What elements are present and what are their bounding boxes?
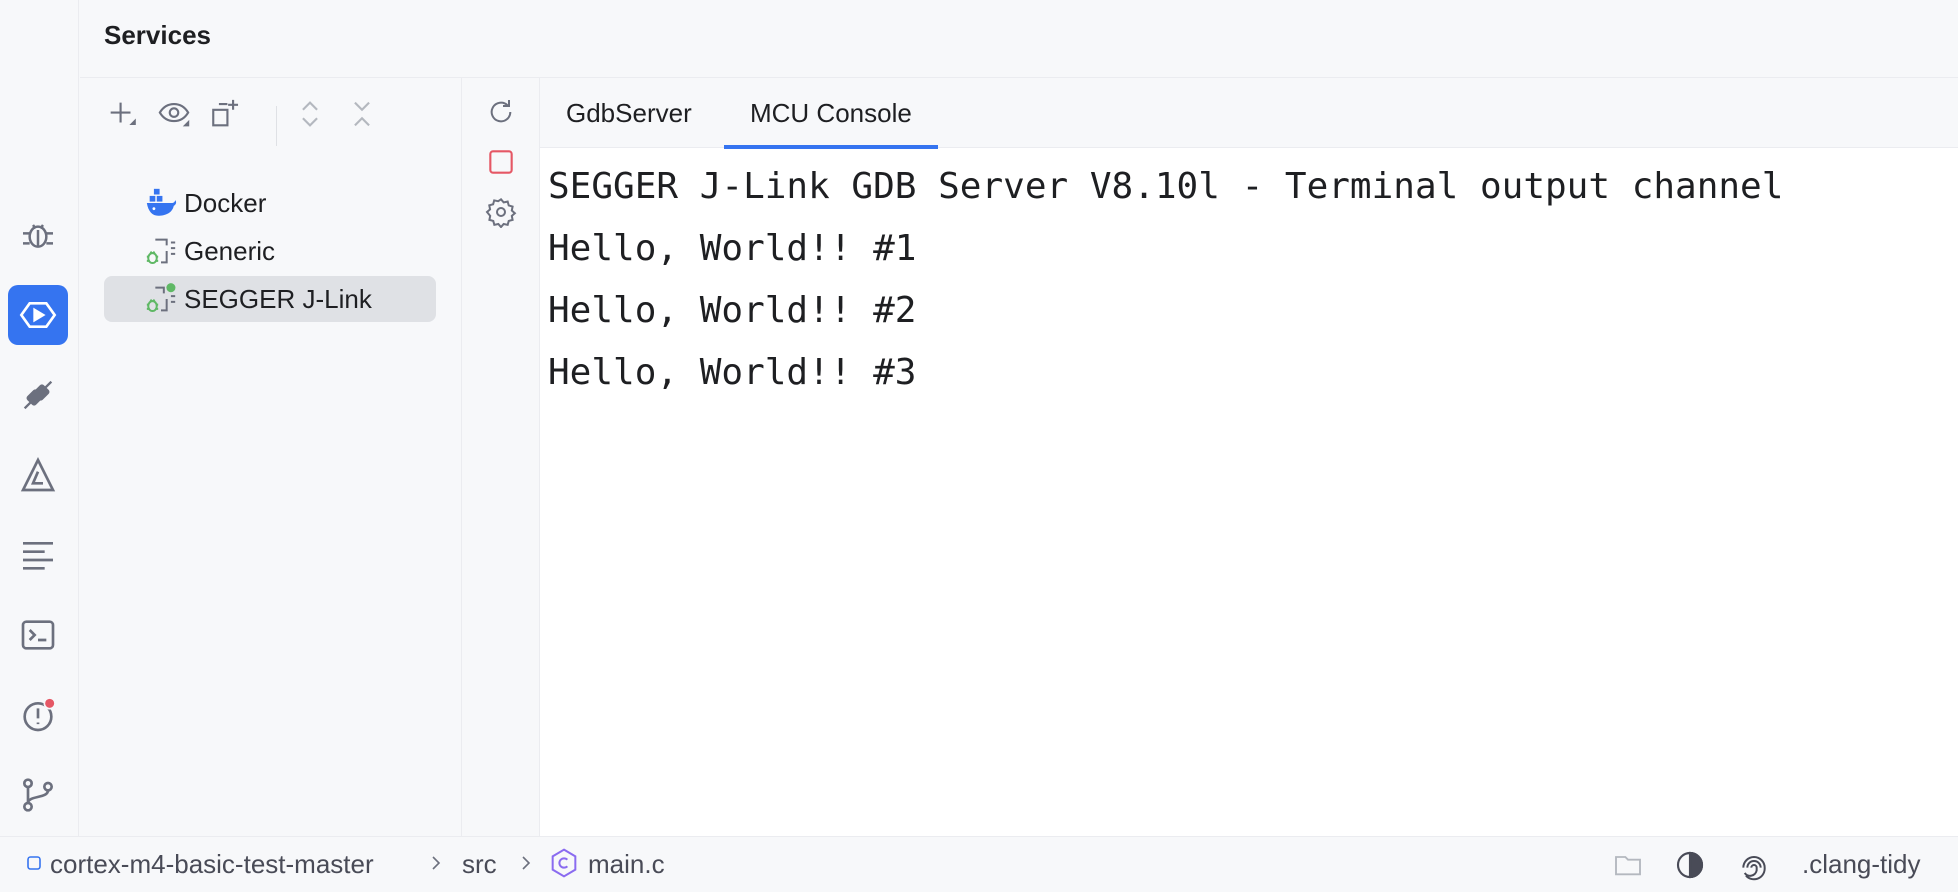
eye-icon xyxy=(158,103,190,127)
tree-item-label: Generic xyxy=(184,236,276,266)
build-icon xyxy=(20,457,56,492)
console-line: Hello, World!! #3 xyxy=(548,352,917,393)
problems-icon xyxy=(23,697,56,732)
tab-mcu-console[interactable]: MCU Console xyxy=(724,78,938,149)
toolbar-separator xyxy=(276,106,277,146)
tab-gdbserver[interactable]: GdbServer xyxy=(540,78,718,148)
c-file-icon xyxy=(548,847,580,879)
ide-window: Services Docker Generic SEGGER J-Link Gd… xyxy=(0,0,1958,892)
debug-config-running-icon xyxy=(146,283,176,313)
breadcrumb-folder[interactable]: src xyxy=(462,849,497,880)
expand-all-button[interactable] xyxy=(288,92,332,136)
structure-icon xyxy=(23,542,53,570)
new-group-icon xyxy=(212,99,239,127)
plugin-tool-button[interactable] xyxy=(8,365,68,425)
console-output[interactable]: SEGGER J-Link GDB Server V8.10l - Termin… xyxy=(548,156,1783,404)
ai-assistant-icon[interactable] xyxy=(1738,849,1770,881)
add-icon xyxy=(110,102,136,125)
tree-item-label: SEGGER J-Link xyxy=(184,284,372,314)
rerun-button[interactable] xyxy=(481,92,521,132)
settings-button[interactable] xyxy=(481,192,521,232)
tool-window-bar xyxy=(0,0,79,836)
expand-all-icon xyxy=(302,101,318,127)
breadcrumb-project[interactable]: cortex-m4-basic-test-master xyxy=(50,849,374,880)
module-icon xyxy=(26,855,42,871)
clang-tidy-label[interactable]: .clang-tidy xyxy=(1802,849,1921,880)
plug-icon xyxy=(23,380,53,410)
terminal-tool-button[interactable] xyxy=(8,605,68,665)
console-line: SEGGER J-Link GDB Server V8.10l - Termin… xyxy=(548,166,1784,207)
git-icon xyxy=(22,778,54,812)
console-line: Hello, World!! #1 xyxy=(548,228,917,269)
structure-tool-button[interactable] xyxy=(8,525,68,585)
debug-icon xyxy=(23,224,53,248)
services-tool-button[interactable] xyxy=(8,285,68,345)
collapse-all-icon xyxy=(354,101,370,127)
docker-icon xyxy=(146,188,177,216)
settings-icon xyxy=(485,198,517,228)
theme-contrast-icon[interactable] xyxy=(1674,849,1706,881)
tree-item-segger-jlink[interactable]: SEGGER J-Link xyxy=(104,276,436,322)
stop-button[interactable] xyxy=(481,142,521,182)
git-tool-button[interactable] xyxy=(8,765,68,825)
rerun-icon xyxy=(490,100,512,123)
services-tree-panel: Docker Generic SEGGER J-Link xyxy=(80,78,462,836)
console-line: Hello, World!! #2 xyxy=(548,290,917,331)
tool-window-header: Services xyxy=(80,0,1958,78)
problems-tool-button[interactable] xyxy=(8,685,68,745)
services-icon xyxy=(19,302,57,328)
console-panel: GdbServer MCU Console SEGGER J-Link GDB … xyxy=(540,78,1958,836)
console-tabs: GdbServer MCU Console xyxy=(540,78,1958,149)
collapse-all-button[interactable] xyxy=(340,92,384,136)
folder-icon[interactable] xyxy=(1612,849,1644,881)
build-tool-button[interactable] xyxy=(8,445,68,505)
chevron-right-icon xyxy=(518,853,534,873)
debug-config-icon xyxy=(146,238,176,265)
breadcrumb-file[interactable]: main.c xyxy=(588,849,665,880)
tree-item-docker[interactable]: Docker xyxy=(104,180,436,226)
terminal-icon xyxy=(21,620,55,650)
view-options-button[interactable] xyxy=(152,92,196,136)
tree-item-label: Docker xyxy=(184,188,267,218)
service-actions-toolbar xyxy=(462,78,540,836)
debug-tool-button[interactable] xyxy=(8,205,68,265)
stop-icon xyxy=(489,150,513,174)
tree-item-generic[interactable]: Generic xyxy=(104,228,436,274)
chevron-right-icon xyxy=(428,853,444,873)
add-service-button[interactable] xyxy=(100,92,144,136)
status-bar: cortex-m4-basic-test-master src main.c .… xyxy=(0,836,1958,892)
new-group-button[interactable] xyxy=(204,92,248,136)
tool-window-title: Services xyxy=(104,20,211,50)
